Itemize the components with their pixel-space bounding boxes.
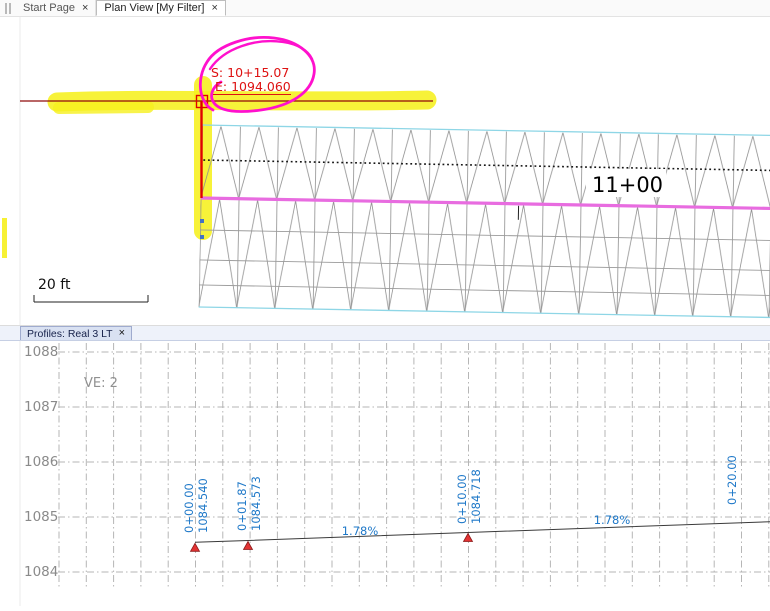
plan-view-svg: S: 10+15.07 E: 1094.060 11+00 20 ft xyxy=(0,17,770,325)
grade-label-1: 1.78% xyxy=(342,524,379,538)
point-3-elevation: 1084.718 xyxy=(469,469,483,524)
profile-view-svg: 1088 1087 1086 1085 1084 VE: 2 1.78% 1.7… xyxy=(0,341,770,606)
profile-grid-vertical xyxy=(58,343,770,589)
point-3-station: 0+10.00 xyxy=(455,474,469,524)
point-marker-blue-2 xyxy=(200,235,204,239)
tab-start-page[interactable]: Start Page × xyxy=(16,0,96,16)
elevation-tick-1086: 1086 xyxy=(24,454,58,470)
tab-plan-view[interactable]: Plan View [My Filter] × xyxy=(96,0,226,16)
point-1-elevation: 1084.540 xyxy=(196,478,210,533)
grade-label-2: 1.78% xyxy=(594,513,631,527)
elevation-tick-1084: 1084 xyxy=(24,564,58,580)
vertical-exaggeration-label: VE: 2 xyxy=(84,376,118,391)
dock-grip[interactable] xyxy=(0,0,16,16)
elevation-tick-1087: 1087 xyxy=(24,399,58,415)
station-label: 11+00 xyxy=(592,173,663,197)
tab-start-page-close-icon[interactable]: × xyxy=(82,3,88,14)
point-4-station: 0+20.00 xyxy=(725,455,739,505)
corridor-hatch-lower xyxy=(199,199,770,318)
point-2-elevation: 1084.573 xyxy=(249,476,263,531)
point-marker-blue-1 xyxy=(200,219,204,223)
point-2-station: 0+01.87 xyxy=(235,481,249,531)
annotation-elevation-text: E: 1094.060 xyxy=(215,79,291,94)
corridor-model xyxy=(199,125,770,318)
corridor-hatch-upper xyxy=(201,126,770,209)
tab-plan-view-close-icon[interactable]: × xyxy=(211,3,217,14)
highlight-horizontal-pass2 xyxy=(59,107,148,108)
tab-plan-view-label: Plan View [My Filter] xyxy=(104,2,204,14)
tab-profiles-close-icon[interactable]: × xyxy=(119,328,125,339)
profile-tab-bar: Profiles: Real 3 LT × xyxy=(0,325,770,341)
tab-profiles[interactable]: Profiles: Real 3 LT × xyxy=(20,326,132,340)
edge-highlight-mark xyxy=(2,218,7,258)
profile-view-canvas[interactable]: 1088 1087 1086 1085 1084 VE: 2 1.78% 1.7… xyxy=(0,341,770,606)
point-1-station: 0+00.00 xyxy=(182,483,196,533)
plan-view-canvas[interactable]: S: 10+15.07 E: 1094.060 11+00 20 ft xyxy=(0,17,770,325)
elevation-tick-1088: 1088 xyxy=(24,344,58,360)
annotation-station-text: S: 10+15.07 xyxy=(211,65,289,80)
tab-profiles-label: Profiles: Real 3 LT xyxy=(27,328,113,340)
document-tab-bar: Start Page × Plan View [My Filter] × xyxy=(0,0,770,17)
elevation-tick-1085: 1085 xyxy=(24,509,58,525)
scale-bar-label: 20 ft xyxy=(38,277,71,293)
tab-start-page-label: Start Page xyxy=(23,2,75,14)
